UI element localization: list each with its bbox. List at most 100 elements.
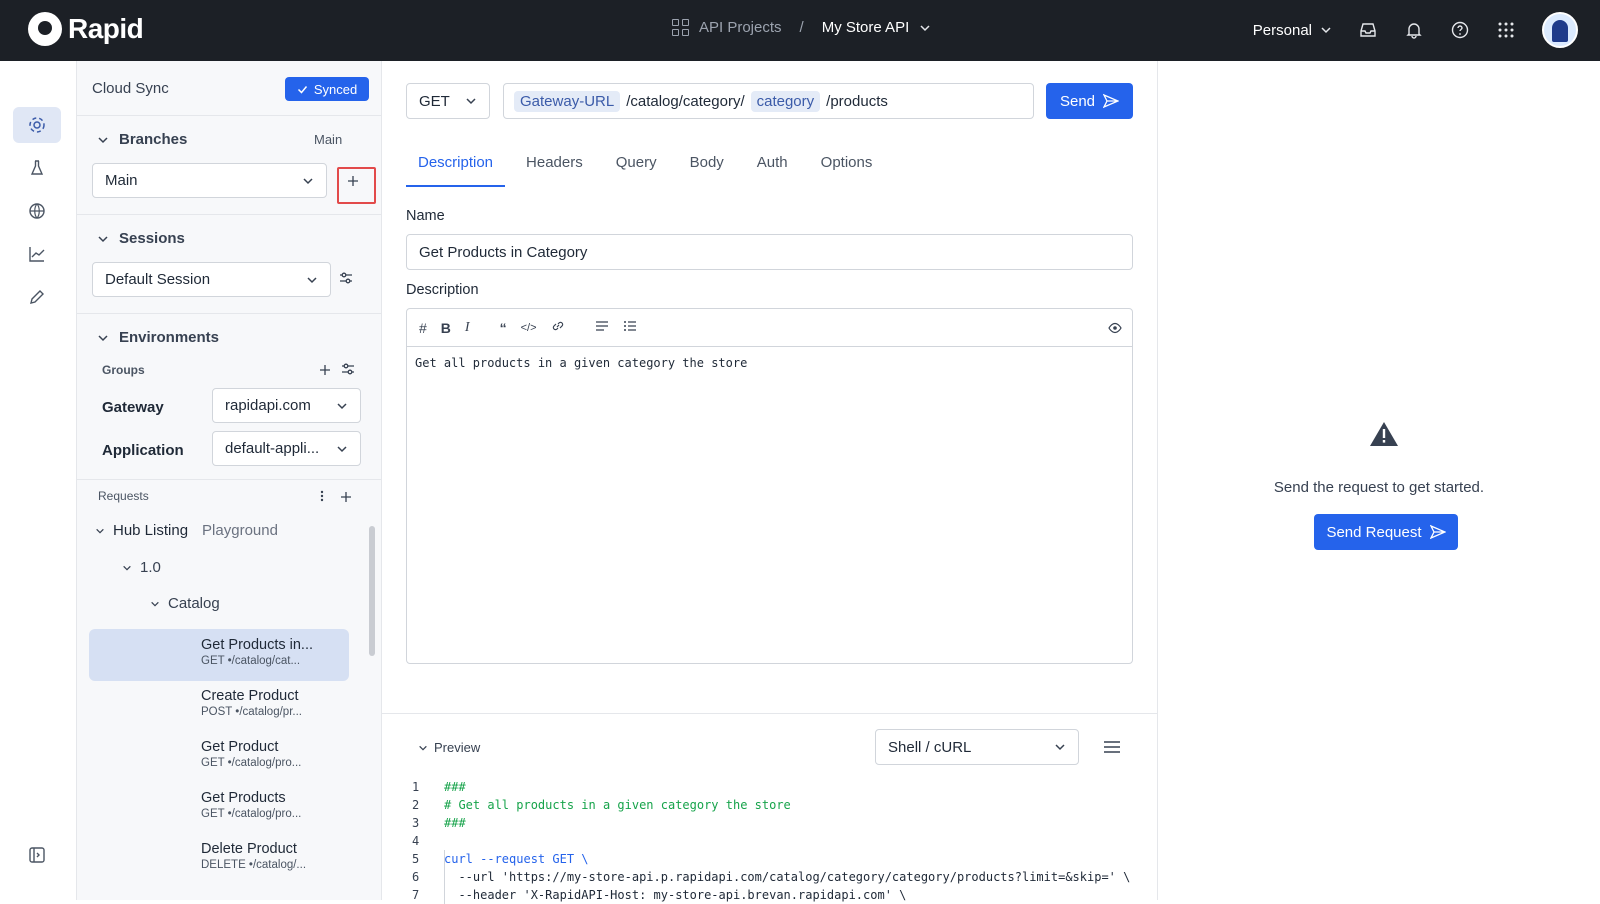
add-request-icon[interactable] <box>340 490 352 508</box>
request-title: Get Products in... <box>201 637 314 653</box>
cloud-sync-label: Cloud Sync <box>92 80 169 97</box>
line-number: 6 <box>412 870 420 884</box>
warning-icon <box>1369 420 1399 453</box>
code-line: --url 'https://my-store-api.p.rapidapi.c… <box>444 870 1131 884</box>
request-item[interactable]: Get Product GET •/catalog/pro... <box>89 731 349 783</box>
bell-icon[interactable] <box>1404 20 1424 40</box>
bulleted-list-icon[interactable] <box>595 319 609 336</box>
preview-toggle[interactable]: Preview <box>418 740 480 755</box>
numbered-list-icon[interactable] <box>623 319 637 336</box>
italic-icon[interactable]: I <box>465 320 470 336</box>
add-group-icon[interactable] <box>319 363 331 381</box>
line-number: 2 <box>412 798 420 812</box>
catalog-label: Catalog <box>168 595 220 612</box>
synced-label: Synced <box>313 81 358 97</box>
inbox-icon[interactable] <box>1358 20 1378 40</box>
groups-settings-sliders-icon[interactable] <box>341 362 355 381</box>
tab-auth[interactable]: Auth <box>745 154 800 187</box>
description-editor[interactable]: # B I “ </> Get all products in a given … <box>406 308 1133 664</box>
request-method: GET •/catalog/pro... <box>201 808 302 820</box>
tab-body[interactable]: Body <box>678 154 736 187</box>
rail-testing-flask-icon[interactable] <box>13 150 61 186</box>
name-input-value: Get Products in Category <box>419 243 588 261</box>
request-item[interactable]: Get Products GET •/catalog/pro... <box>89 782 349 834</box>
synced-badge[interactable]: Synced <box>285 77 369 101</box>
rail-collapse-sidebar-icon[interactable] <box>13 837 61 873</box>
send-request-label: Send Request <box>1326 523 1422 541</box>
rapid-logo[interactable]: Rapid <box>28 12 144 46</box>
playground-label: Playground <box>202 522 278 539</box>
description-text[interactable]: Get all products in a given category the… <box>407 347 1132 379</box>
gateway-url-variable[interactable]: Gateway-URL <box>514 90 621 112</box>
url-path-segment: /catalog/category/ <box>626 92 745 110</box>
grid-icon <box>672 19 689 36</box>
help-icon[interactable] <box>1450 20 1470 40</box>
rail-analytics-icon[interactable] <box>13 236 61 272</box>
quote-icon[interactable]: “ <box>500 320 507 336</box>
branches-header[interactable]: Branches <box>97 131 187 148</box>
tree-version[interactable]: 1.0 <box>122 559 161 576</box>
requests-more-icon[interactable] <box>319 489 325 508</box>
application-select[interactable]: default-appli... <box>212 431 361 466</box>
request-method: GET •/catalog/pro... <box>201 757 302 769</box>
bold-icon[interactable]: B <box>441 320 451 336</box>
tab-description[interactable]: Description <box>406 154 506 187</box>
chevron-down-icon <box>1321 27 1331 34</box>
chevron-down-icon <box>96 528 104 534</box>
breadcrumb-separator: / <box>799 19 804 36</box>
hamburger-menu-icon[interactable] <box>1103 740 1121 759</box>
rail-studio-icon[interactable] <box>13 107 61 143</box>
session-select[interactable]: Default Session <box>92 262 331 297</box>
groups-label: Groups <box>102 363 145 377</box>
request-title: Get Product <box>201 739 279 755</box>
gateway-select[interactable]: rapidapi.com <box>212 388 361 423</box>
request-item[interactable]: Get Products in... GET •/catalog/cat... <box>89 629 349 681</box>
environments-header[interactable]: Environments <box>97 329 219 346</box>
gateway-label: Gateway <box>102 399 164 416</box>
environments-title: Environments <box>119 329 220 346</box>
code-icon[interactable]: </> <box>521 322 537 334</box>
sessions-header[interactable]: Sessions <box>97 230 185 247</box>
code-line: # Get all products in a given category t… <box>444 798 791 812</box>
editor-toolbar: # B I “ </> <box>407 309 1132 347</box>
requests-scrollbar[interactable] <box>369 526 375 656</box>
send-request-button[interactable]: Send Request <box>1314 514 1458 550</box>
preview-eye-icon[interactable] <box>1108 321 1122 337</box>
api-projects-link[interactable]: API Projects <box>699 19 782 36</box>
chevron-down-icon <box>307 276 317 283</box>
project-selector[interactable]: My Store API <box>822 19 910 36</box>
language-select[interactable]: Shell / cURL <box>875 729 1079 765</box>
rail-globe-icon[interactable] <box>13 193 61 229</box>
request-item[interactable]: Delete Product DELETE •/catalog/... <box>89 833 349 885</box>
workspace-selector[interactable]: Personal <box>1253 22 1332 39</box>
current-branch-label: Main <box>314 132 343 147</box>
send-icon <box>1103 93 1120 109</box>
sessions-title: Sessions <box>119 230 185 247</box>
user-avatar[interactable] <box>1542 12 1578 48</box>
send-label: Send <box>1059 92 1096 110</box>
url-input[interactable]: Gateway-URL /catalog/category/ category … <box>503 83 1034 119</box>
tab-options[interactable]: Options <box>809 154 885 187</box>
rapid-logo-icon <box>28 12 62 46</box>
line-number: 7 <box>412 888 420 902</box>
request-item[interactable]: Create Product POST •/catalog/pr... <box>89 680 349 732</box>
preview-label: Preview <box>434 740 481 755</box>
tab-query[interactable]: Query <box>604 154 669 187</box>
method-value: GET <box>419 92 450 110</box>
gateway-select-value: rapidapi.com <box>225 397 311 414</box>
session-settings-sliders-icon[interactable] <box>339 271 353 290</box>
tree-catalog-folder[interactable]: Catalog <box>150 595 220 612</box>
send-button[interactable]: Send <box>1046 83 1133 119</box>
tab-headers[interactable]: Headers <box>514 154 595 187</box>
request-method: DELETE •/catalog/... <box>201 859 307 871</box>
tree-hub-listing[interactable]: Hub Listing Playground <box>95 522 278 539</box>
category-variable[interactable]: category <box>750 90 821 112</box>
name-input[interactable]: Get Products in Category <box>406 234 1133 270</box>
heading-icon[interactable]: # <box>419 320 427 336</box>
apps-grid-icon[interactable] <box>1496 20 1516 40</box>
rail-edit-pen-icon[interactable] <box>13 279 61 315</box>
method-select[interactable]: GET <box>406 83 490 119</box>
link-icon[interactable] <box>551 319 565 336</box>
code-preview-panel: Preview Shell / cURL 1 ### 2 # Get all p… <box>382 713 1158 904</box>
branch-select[interactable]: Main <box>92 163 327 198</box>
